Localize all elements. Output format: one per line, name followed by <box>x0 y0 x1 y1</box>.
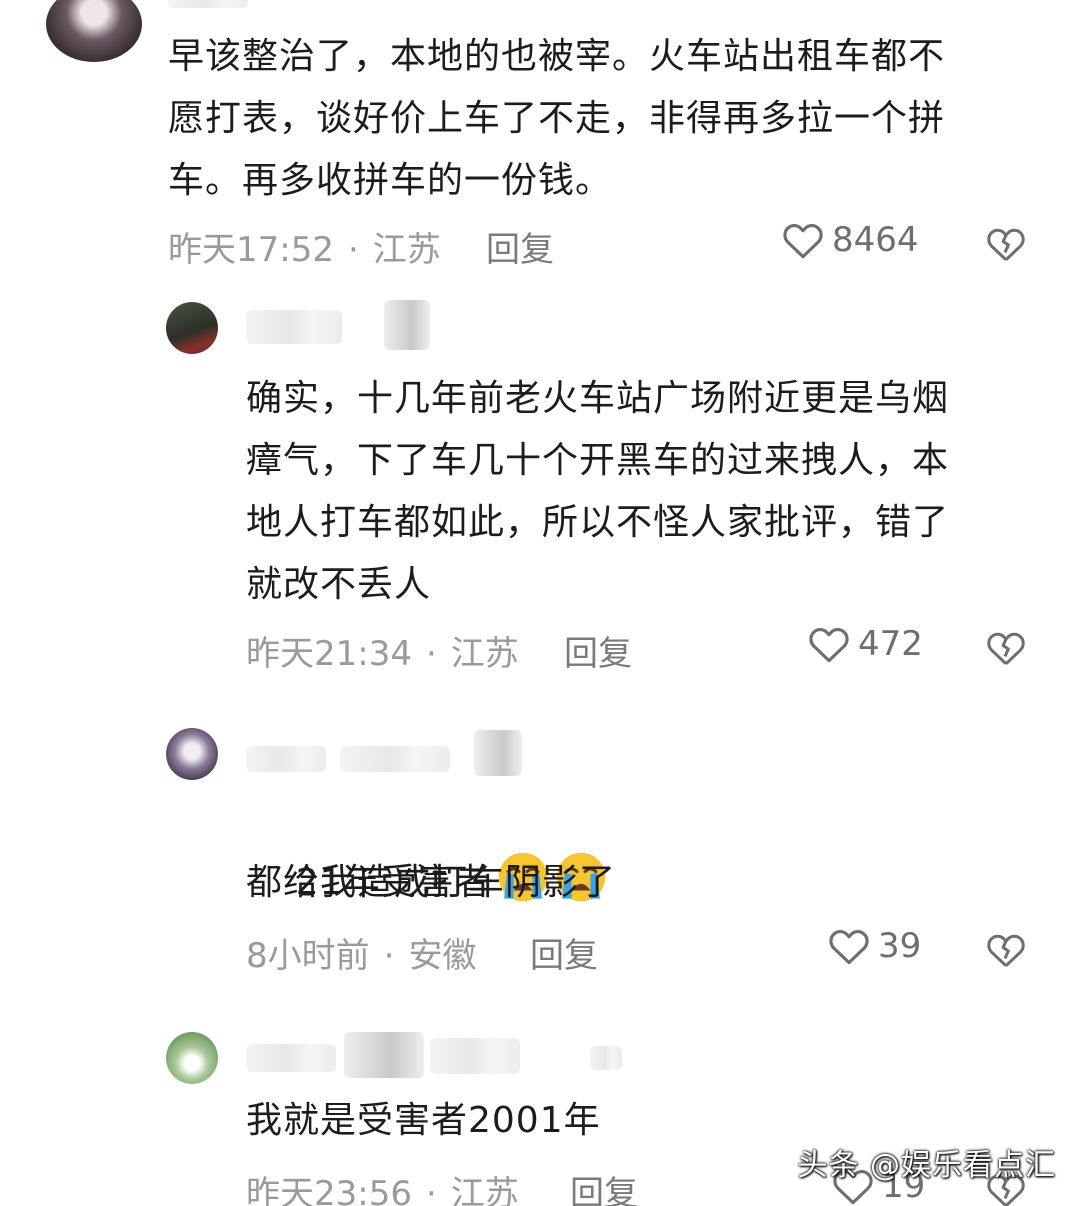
comment-time: 昨天21:34 <box>246 634 412 674</box>
avatar[interactable] <box>166 728 218 780</box>
comment-text: 确实，十几年前老火车站广场附近更是乌烟 瘴气，下了车几十个开黑车的过来拽人，本 … <box>246 378 950 605</box>
comment-3: 21年受害者 都给我造成打车阴影了 8小时前 · 安徽 回复 39 <box>0 720 1080 1000</box>
username-blurred[interactable] <box>474 730 522 776</box>
broken-heart-icon[interactable] <box>986 224 1026 264</box>
like-button[interactable]: 8464 <box>782 220 919 260</box>
avatar[interactable] <box>166 1032 218 1084</box>
separator-dot: · <box>425 1174 437 1206</box>
username-blurred[interactable] <box>168 0 248 8</box>
comment-region: 江苏 <box>450 634 519 674</box>
comment-meta: 昨天21:34 · 江苏 <box>246 626 519 675</box>
comment-time: 昨天23:56 <box>246 1174 412 1206</box>
username-blurred[interactable] <box>246 1044 336 1072</box>
like-count: 8464 <box>832 220 919 260</box>
username-blurred[interactable] <box>340 746 450 772</box>
like-button[interactable]: 472 <box>808 624 923 664</box>
heart-icon <box>809 627 849 663</box>
separator-dot: · <box>383 936 395 976</box>
reply-button[interactable]: 回复 <box>570 1166 638 1206</box>
heart-icon <box>829 929 869 965</box>
separator-dot: · <box>347 230 359 270</box>
avatar[interactable] <box>46 0 142 62</box>
reply-button[interactable]: 回复 <box>486 222 554 271</box>
username-blurred[interactable] <box>384 300 430 350</box>
comment-text-line-2: 都给我造成打车阴影了 <box>246 862 617 903</box>
like-button[interactable]: 39 <box>828 926 921 966</box>
watermark: 头条 @娱乐看点汇 <box>797 1148 1056 1183</box>
comment-text: 早该整治了，本地的也被宰。火车站出租车都不 愿打表，谈好价上车了不走，非得再多拉… <box>168 36 946 201</box>
comment-meta: 昨天23:56 · 江苏 <box>246 1166 519 1206</box>
comment-meta: 昨天17:52 · 江苏 <box>168 222 441 271</box>
reply-button[interactable]: 回复 <box>564 626 632 675</box>
reply-button[interactable]: 回复 <box>530 928 598 977</box>
comment-region: 江苏 <box>450 1174 519 1206</box>
broken-heart-icon[interactable] <box>986 930 1026 970</box>
username-blurred[interactable] <box>430 1038 520 1074</box>
separator-dot: · <box>425 634 437 674</box>
comment-1: 早该整治了，本地的也被宰。火车站出租车都不 愿打表，谈好价上车了不走，非得再多拉… <box>0 0 1080 280</box>
comment-meta: 8小时前 · 安徽 <box>246 928 476 977</box>
avatar[interactable] <box>166 302 218 354</box>
comment-2: 确实，十几年前老火车站广场附近更是乌烟 瘴气，下了车几十个开黑车的过来拽人，本 … <box>0 290 1080 690</box>
comment-region: 江苏 <box>372 230 441 270</box>
like-count: 39 <box>878 926 922 966</box>
comment-region: 安徽 <box>408 936 477 976</box>
username-blurred[interactable] <box>590 1046 622 1070</box>
username-blurred[interactable] <box>344 1032 424 1078</box>
broken-heart-icon[interactable] <box>986 628 1026 668</box>
comment-time: 8小时前 <box>246 936 370 976</box>
comment-time: 昨天17:52 <box>168 230 334 270</box>
username-blurred[interactable] <box>246 310 342 344</box>
like-count: 472 <box>858 624 923 664</box>
username-blurred[interactable] <box>246 746 326 772</box>
heart-icon <box>783 223 823 259</box>
